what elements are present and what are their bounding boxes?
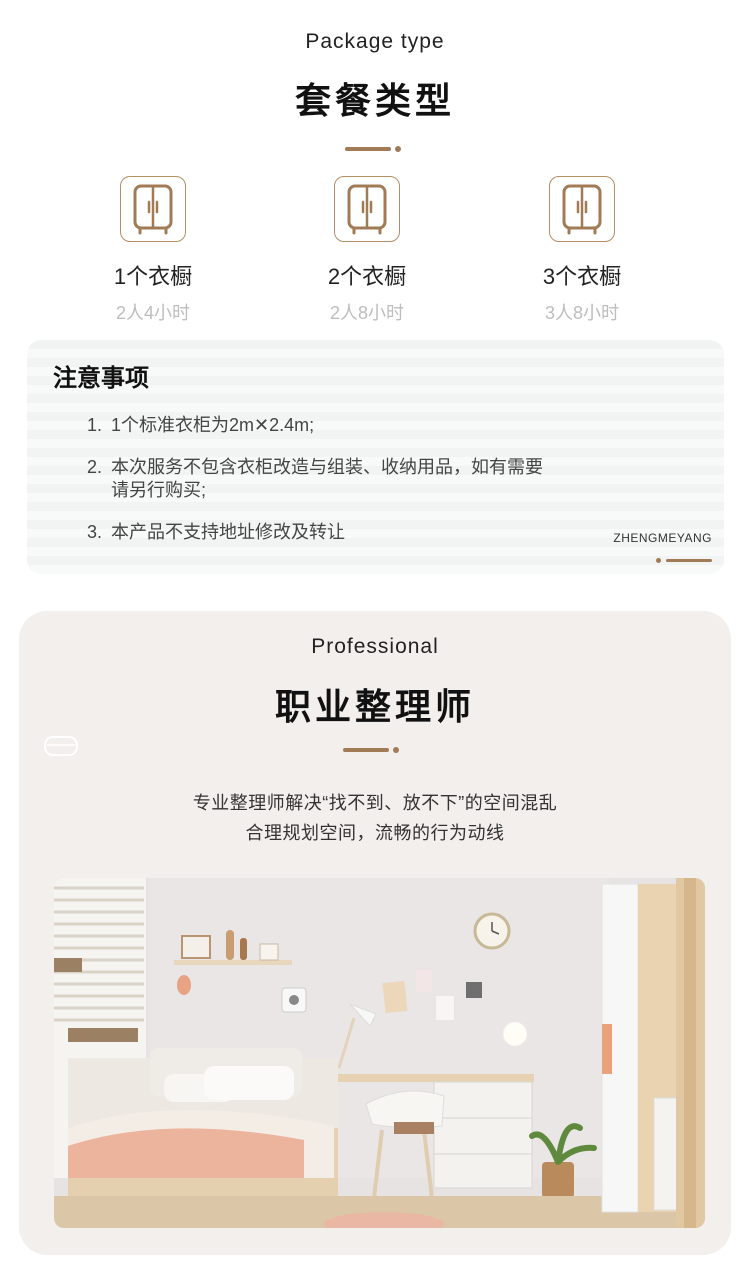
package-option-detail: 2人8小时 [329,303,405,323]
notice-item-text: 1个标准衣柜为2m✕2.4m; [111,415,315,435]
professional-card: Professional 职业整理师 专业整理师解决“找不到、放不下”的空间混乱… [19,611,731,1255]
notice-item: 1. 1个标准衣柜为2m✕2.4m; [87,414,547,437]
wardrobe-icon [334,176,400,242]
package-option-label: 2个衣橱 [327,264,407,289]
notice-item-number: 2. [87,457,103,477]
notice-list: 1. 1个标准衣柜为2m✕2.4m; 2. 本次服务不包含衣柜改造与组装、收纳用… [87,414,547,563]
professional-description: 专业整理师解决“找不到、放不下”的空间混乱 合理规划空间，流畅的行为动线 [19,788,731,848]
brand-text: ZHENGMEYANG [613,531,712,545]
notice-item-text: 本产品不支持地址修改及转让 [111,522,345,542]
package-option-detail: 3人8小时 [544,303,620,323]
chat-bubble-icon [44,736,78,756]
notice-item-number: 1. [87,415,103,435]
professional-title-en: Professional [311,635,439,658]
bedroom-photo [54,878,705,1228]
wardrobe-icon [549,176,615,242]
package-title-en: Package type [305,30,445,53]
description-line: 专业整理师解决“找不到、放不下”的空间混乱 [192,793,558,813]
package-option-label: 1个衣橱 [113,264,193,289]
notice-item: 3. 本产品不支持地址修改及转让 [87,521,547,544]
section-divider [345,146,405,152]
package-option-1[interactable]: 1个衣橱 2人4小时 [68,176,238,325]
notice-item-text: 本次服务不包含衣柜改造与组装、收纳用品，如有需要请另行购买; [111,457,543,500]
notice-title: 注意事项 [53,365,149,392]
wardrobe-icon [120,176,186,242]
package-option-detail: 2人4小时 [115,303,191,323]
package-option-2[interactable]: 2个衣橱 2人8小时 [282,176,452,325]
package-options: 1个衣橱 2人4小时 2个衣橱 2人8小时 3个衣橱 3人8小时 [0,176,750,326]
package-title: 套餐类型 [294,80,455,121]
notice-item-number: 3. [87,522,103,542]
description-line: 合理规划空间，流畅的行为动线 [245,823,505,843]
section-divider [343,747,403,753]
notice-divider [656,558,714,563]
package-option-3[interactable]: 3个衣橱 3人8小时 [497,176,667,325]
package-option-label: 3个衣橱 [542,264,622,289]
notice-item: 2. 本次服务不包含衣柜改造与组装、收纳用品，如有需要请另行购买; [87,456,547,502]
professional-title: 职业整理师 [274,686,475,727]
notice-card: 注意事项 1. 1个标准衣柜为2m✕2.4m; 2. 本次服务不包含衣柜改造与组… [27,340,724,574]
